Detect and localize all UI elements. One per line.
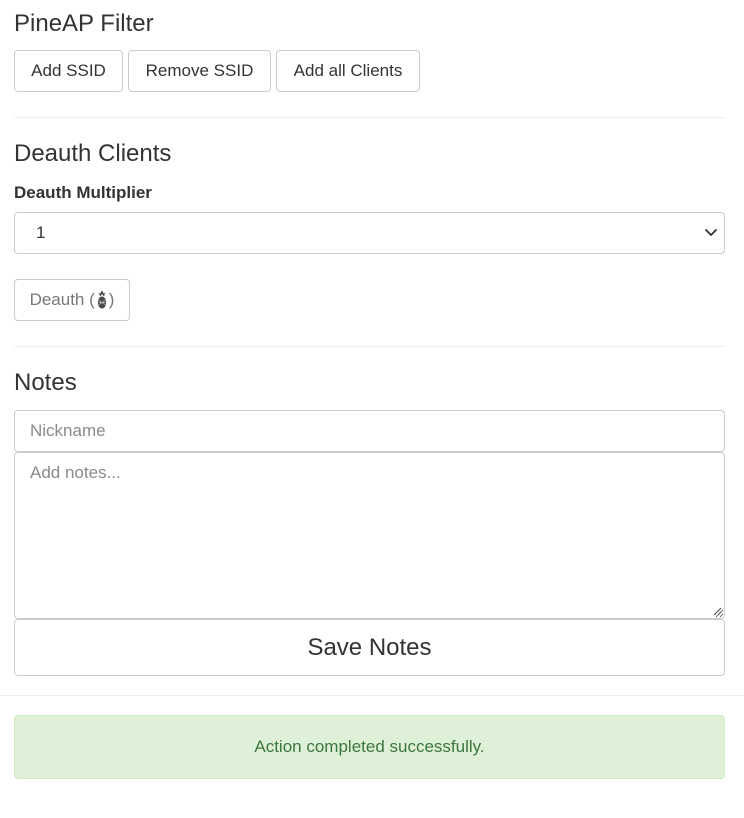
- deauth-multiplier-value: 1: [36, 223, 46, 242]
- remove-ssid-button[interactable]: Remove SSID: [128, 50, 271, 92]
- add-all-clients-button[interactable]: Add all Clients: [276, 50, 420, 92]
- divider: [14, 346, 725, 347]
- nickname-input[interactable]: [14, 410, 725, 452]
- deauth-button-label: Deauth (: [29, 290, 95, 309]
- pineapple-icon: [97, 291, 106, 309]
- success-alert-message: Action completed successfully.: [254, 737, 485, 756]
- notes-textarea-wrapper: [14, 452, 725, 619]
- pineap-filter-title: PineAP Filter: [14, 10, 154, 37]
- divider: [0, 695, 744, 696]
- notes-title: Notes: [14, 369, 77, 396]
- success-alert: Action completed successfully.: [14, 715, 725, 779]
- save-notes-button[interactable]: Save Notes: [14, 619, 725, 676]
- add-ssid-button[interactable]: Add SSID: [14, 50, 123, 92]
- deauth-multiplier-select[interactable]: 1: [14, 212, 725, 254]
- deauth-clients-title: Deauth Clients: [14, 140, 172, 167]
- chevron-down-icon: [705, 229, 717, 236]
- divider: [14, 117, 725, 118]
- deauth-button[interactable]: Deauth ( ): [14, 279, 130, 321]
- deauth-button-suffix: ): [108, 290, 115, 309]
- deauth-multiplier-label: Deauth Multiplier: [14, 183, 152, 202]
- resize-handle-icon[interactable]: [712, 606, 722, 616]
- notes-textarea[interactable]: [14, 452, 725, 619]
